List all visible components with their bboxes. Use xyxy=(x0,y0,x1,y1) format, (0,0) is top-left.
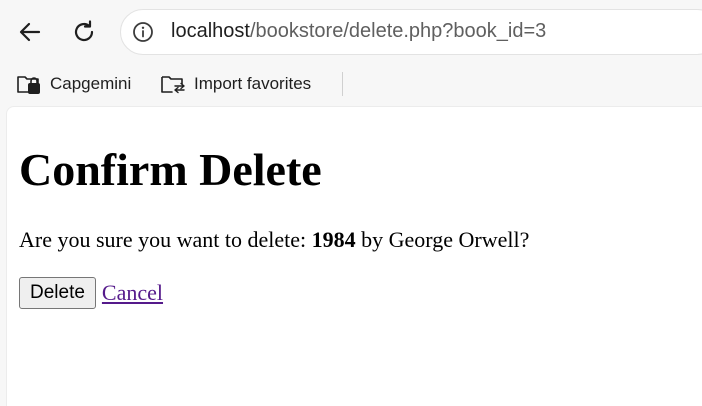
bookmark-label: Import favorites xyxy=(194,74,312,93)
bookmarks-bar: Capgemini Import favorites xyxy=(0,64,702,104)
page-title: Confirm Delete xyxy=(19,144,322,195)
site-info-icon[interactable] xyxy=(131,20,155,44)
folder-icon xyxy=(17,76,40,94)
delete-button[interactable]: Delete xyxy=(19,277,96,309)
reload-button[interactable] xyxy=(66,14,102,50)
browser-toolbar: localhost/bookstore/delete.php?book_id=3 xyxy=(0,0,702,64)
url-host: localhost xyxy=(171,20,250,42)
confirm-question: Are you sure you want to delete: 1984 by… xyxy=(19,227,529,253)
url-path: /bookstore/delete.php?book_id=3 xyxy=(249,20,547,42)
book-author: George Orwell xyxy=(388,227,520,252)
import-folder-icon xyxy=(161,76,185,94)
address-bar[interactable]: localhost/bookstore/delete.php?book_id=3 xyxy=(120,9,702,55)
bookmark-label: Capgemini xyxy=(50,74,132,93)
page-viewport: Confirm Delete Are you sure you want to … xyxy=(6,106,702,406)
book-title: 1984 xyxy=(311,227,356,252)
back-button[interactable] xyxy=(12,14,48,50)
question-prefix: Are you sure you want to delete: xyxy=(19,227,312,252)
arrow-left-icon xyxy=(19,22,41,42)
question-by: by xyxy=(355,227,389,252)
confirm-actions: Delete Cancel xyxy=(19,277,163,309)
bookmark-import-favorites[interactable]: Import favorites xyxy=(160,70,311,98)
bookmarks-divider xyxy=(342,72,343,96)
cancel-link[interactable]: Cancel xyxy=(102,280,163,306)
bookmark-capgemini[interactable]: Capgemini xyxy=(16,70,131,98)
question-suffix: ? xyxy=(519,227,530,252)
url-text[interactable]: localhost/bookstore/delete.php?book_id=3 xyxy=(171,10,546,53)
reload-icon xyxy=(74,20,94,42)
